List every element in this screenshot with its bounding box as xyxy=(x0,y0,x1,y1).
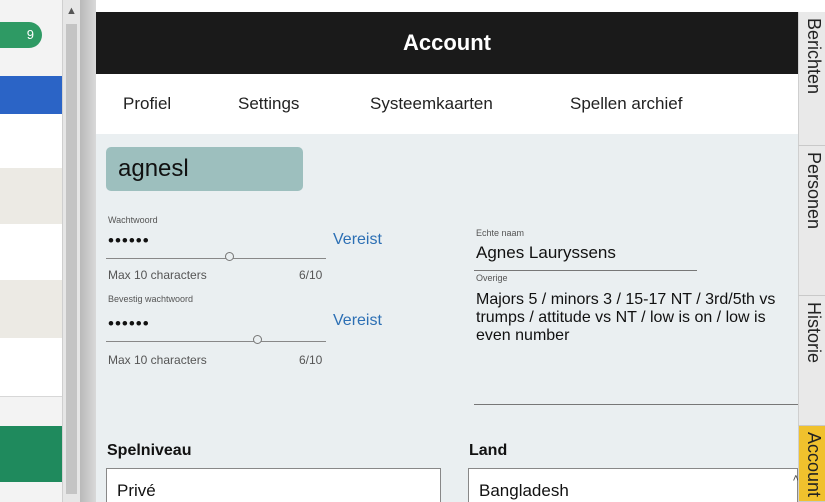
tab-settings[interactable]: Settings xyxy=(238,94,299,114)
side-tabs: Berichten Personen Historie Account xyxy=(798,12,825,502)
real-name-label: Echte naam xyxy=(476,228,525,238)
confirm-password-field[interactable]: •••••• xyxy=(108,314,150,334)
side-tab-personen[interactable]: Personen xyxy=(798,146,825,296)
confirm-strength-icon xyxy=(253,335,262,344)
confirm-required-link[interactable]: Vereist xyxy=(333,312,382,330)
side-tab-label: Berichten xyxy=(804,18,824,95)
side-tab-berichten[interactable]: Berichten xyxy=(798,12,825,146)
password-counter: 6/10 xyxy=(299,268,323,282)
real-name-underline xyxy=(474,270,697,271)
tab-systeemkaarten[interactable]: Systeemkaarten xyxy=(370,94,493,114)
play-level-label: Spelniveau xyxy=(107,442,192,459)
dialog-title: Account xyxy=(96,12,798,74)
password-label: Wachtwoord xyxy=(108,215,158,225)
confirm-password-counter: 6/10 xyxy=(299,353,323,367)
other-label: Overige xyxy=(476,273,508,283)
background-list: 9 xyxy=(0,0,62,502)
side-tab-historie[interactable]: Historie xyxy=(798,296,825,426)
play-level-value: Privé xyxy=(117,481,156,500)
side-tab-label: Historie xyxy=(804,302,824,364)
password-required-link[interactable]: Vereist xyxy=(333,231,382,249)
username-display: agnesl xyxy=(106,147,303,191)
country-value: Bangladesh xyxy=(479,481,569,500)
side-tab-label: Account xyxy=(804,432,824,498)
country-label: Land xyxy=(469,442,508,459)
dialog-shadow xyxy=(80,0,96,502)
other-underline xyxy=(474,404,798,405)
tab-profiel[interactable]: Profiel xyxy=(123,94,171,114)
tab-spellen-archief[interactable]: Spellen archief xyxy=(570,94,682,114)
play-level-select[interactable]: Privé xyxy=(106,468,441,502)
password-strength-icon xyxy=(225,252,234,261)
list-item[interactable] xyxy=(0,338,62,397)
other-field[interactable]: Majors 5 / minors 3 / 15-17 NT / 3rd/5th… xyxy=(476,291,796,345)
list-item[interactable] xyxy=(0,168,62,225)
confirm-password-underline xyxy=(106,341,326,342)
password-underline xyxy=(106,258,326,259)
country-select[interactable]: Bangladesh ˄ xyxy=(468,468,798,502)
confirm-password-hint: Max 10 characters xyxy=(108,353,207,367)
list-item[interactable] xyxy=(0,280,62,339)
real-name-field[interactable]: Agnes Lauryssens xyxy=(476,243,616,263)
side-tab-label: Personen xyxy=(804,152,824,230)
count-badge[interactable]: 9 xyxy=(0,22,42,48)
scroll-thumb[interactable] xyxy=(66,24,77,494)
list-item[interactable] xyxy=(0,114,62,169)
list-item[interactable] xyxy=(0,224,62,281)
list-item[interactable] xyxy=(0,426,62,482)
scroll-up-icon[interactable]: ▲ xyxy=(63,4,80,18)
list-item[interactable] xyxy=(0,76,62,114)
confirm-password-label: Bevestig wachtwoord xyxy=(108,294,194,304)
account-dialog: Account Profiel Settings Systeemkaarten … xyxy=(96,12,798,502)
side-tab-account[interactable]: Account xyxy=(798,426,825,502)
password-field[interactable]: •••••• xyxy=(108,231,150,251)
password-hint: Max 10 characters xyxy=(108,268,207,282)
account-tabs: Profiel Settings Systeemkaarten Spellen … xyxy=(96,74,798,134)
scrollbar[interactable]: ▲ xyxy=(62,0,80,502)
